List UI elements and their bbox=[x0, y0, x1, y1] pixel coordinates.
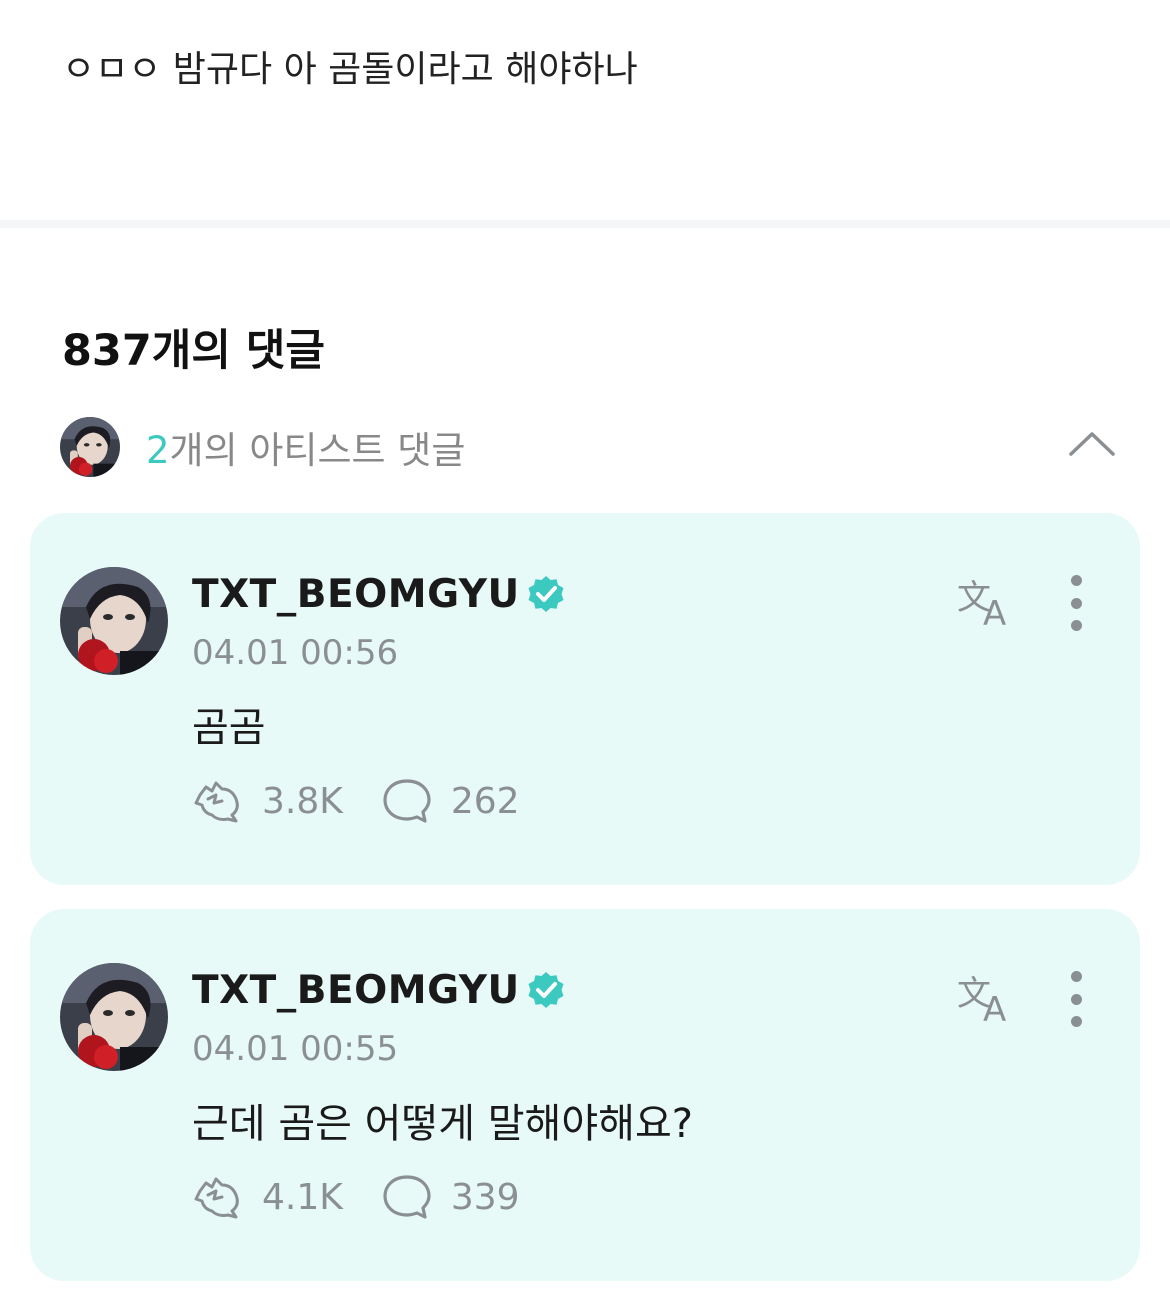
chevron-up-icon[interactable] bbox=[1068, 428, 1116, 458]
reaction-icon[interactable] bbox=[192, 777, 244, 825]
comment-icon[interactable] bbox=[381, 777, 433, 825]
artist-avatar[interactable] bbox=[60, 963, 168, 1071]
author-name[interactable]: TXT_BEOMGYU bbox=[192, 572, 520, 617]
comment-stats: 3.8K 262 bbox=[192, 777, 520, 825]
comment-timestamp: 04.01 00:55 bbox=[192, 1029, 399, 1069]
artist-comment-card[interactable]: TXT_BEOMGYU 04.01 00:56 곰곰 3.8K 262 文 A bbox=[30, 513, 1140, 885]
post-text: ㅇㅁㅇ 밤규다 아 곰돌이라고 해야하나 bbox=[62, 49, 638, 90]
comment-icon[interactable] bbox=[381, 1173, 433, 1221]
verified-badge-icon bbox=[528, 576, 564, 612]
comment-author[interactable]: TXT_BEOMGYU bbox=[192, 571, 566, 617]
comment-timestamp: 04.01 00:56 bbox=[192, 633, 399, 673]
artist-comments-toggle[interactable]: 2개의 아티스트 댓글 bbox=[60, 416, 1120, 478]
comment-author[interactable]: TXT_BEOMGYU bbox=[192, 967, 566, 1013]
reply-count: 339 bbox=[450, 1176, 520, 1218]
artist-comments-label-text: 개의 아티스트 댓글 bbox=[169, 429, 466, 472]
more-vertical-icon[interactable] bbox=[1066, 575, 1086, 631]
like-count: 3.8K bbox=[262, 780, 343, 822]
reaction-icon[interactable] bbox=[192, 1173, 244, 1221]
artist-comments-label: 2개의 아티스트 댓글 bbox=[146, 420, 465, 474]
comment-body: 근데 곰은 어떻게 말해야해요? bbox=[192, 1101, 693, 1147]
translate-icon[interactable]: 文 A bbox=[955, 969, 1019, 1025]
verified-badge-icon bbox=[528, 972, 564, 1008]
reply-count: 262 bbox=[450, 780, 520, 822]
artist-avatar[interactable] bbox=[60, 567, 168, 675]
artist-comments-count: 2 bbox=[146, 429, 170, 472]
artist-comment-card[interactable]: TXT_BEOMGYU 04.01 00:55 근데 곰은 어떻게 말해야해요?… bbox=[30, 909, 1140, 1281]
svg-text:A: A bbox=[983, 990, 1006, 1025]
svg-text:A: A bbox=[983, 594, 1006, 629]
artist-avatar bbox=[60, 417, 120, 477]
like-count: 4.1K bbox=[262, 1176, 343, 1218]
comment-body: 곰곰 bbox=[192, 705, 266, 751]
section-divider bbox=[0, 220, 1170, 228]
more-vertical-icon[interactable] bbox=[1066, 971, 1086, 1027]
translate-icon[interactable]: 文 A bbox=[955, 573, 1019, 629]
comment-stats: 4.1K 339 bbox=[192, 1173, 520, 1221]
comments-count-header: 837개의 댓글 bbox=[62, 326, 325, 376]
author-name[interactable]: TXT_BEOMGYU bbox=[192, 968, 520, 1013]
